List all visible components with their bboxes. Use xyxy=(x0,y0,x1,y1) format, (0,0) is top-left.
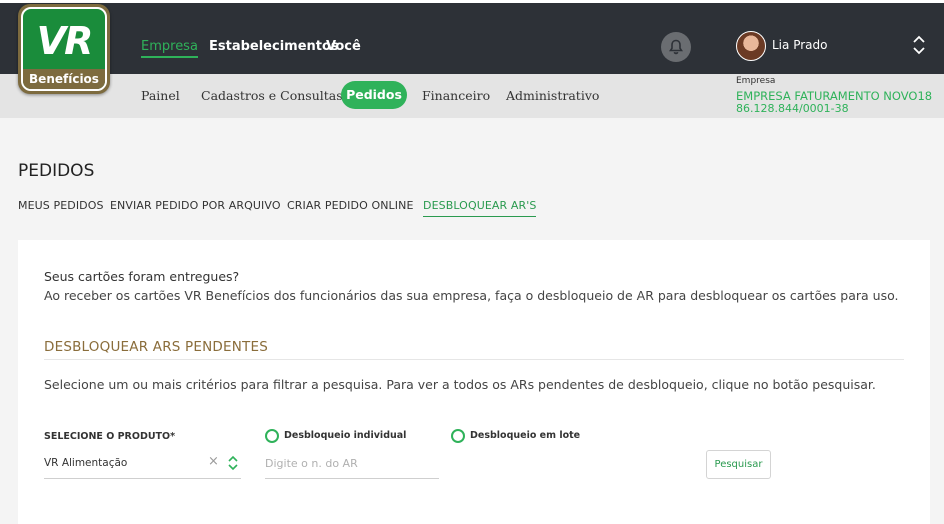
radio-desbloqueio-lote[interactable] xyxy=(451,429,465,443)
cards-delivered-question: Seus cartões foram entregues? xyxy=(44,269,240,284)
section-title: DESBLOQUEAR ARS PENDENTES xyxy=(44,339,268,355)
radio-desbloqueio-lote-label[interactable]: Desbloqueio em lote xyxy=(470,430,580,441)
logo-subtext: Benefícios xyxy=(23,69,105,89)
product-select[interactable]: VR Alimentação × xyxy=(44,449,241,479)
tab-criar-pedido-online[interactable]: CRIAR PEDIDO ONLINE xyxy=(287,199,414,212)
subnav-pedidos[interactable]: Pedidos xyxy=(341,81,407,109)
logo-inner: VR Benefícios xyxy=(21,7,107,91)
subnav-cadastros-consultas[interactable]: Cadastros e Consultas xyxy=(201,88,343,103)
search-button[interactable]: Pesquisar xyxy=(706,450,771,479)
topnav-empresa[interactable]: Empresa xyxy=(141,39,198,58)
company-name[interactable]: EMPRESA FATURAMENTO NOVO18 xyxy=(736,89,932,103)
product-select-value: VR Alimentação xyxy=(44,457,128,469)
logo-vr-text: VR xyxy=(36,19,94,63)
user-avatar[interactable] xyxy=(736,31,766,61)
bell-icon xyxy=(669,39,683,55)
subnav-financeiro[interactable]: Financeiro xyxy=(422,88,490,103)
company-label: Empresa xyxy=(736,76,776,86)
select-arrows-icon[interactable] xyxy=(227,455,239,471)
user-menu-toggle-icon[interactable] xyxy=(911,34,927,56)
notifications-button[interactable] xyxy=(661,32,691,62)
subnav-painel[interactable]: Painel xyxy=(141,88,180,103)
company-cnpj: 86.128.844/0001-38 xyxy=(736,102,849,115)
ar-number-input[interactable] xyxy=(265,449,439,479)
radio-desbloqueio-individual-label[interactable]: Desbloqueio individual xyxy=(284,430,406,441)
top-bar xyxy=(0,0,944,74)
tab-meus-pedidos[interactable]: MEUS PEDIDOS xyxy=(18,199,104,212)
subnav-administrativo[interactable]: Administrativo xyxy=(506,88,599,103)
tab-desbloquear-ars[interactable]: DESBLOQUEAR AR'S xyxy=(423,199,537,217)
clear-icon[interactable]: × xyxy=(208,454,219,469)
filter-description: Selecione um ou mais critérios para filt… xyxy=(44,377,876,392)
vr-beneficios-logo[interactable]: VR Benefícios xyxy=(18,4,110,94)
product-field-label: SELECIONE O PRODUTO* xyxy=(44,431,176,442)
topnav-estabelecimentos[interactable]: Estabelecimentos xyxy=(209,39,339,54)
section-divider xyxy=(44,359,904,360)
unlock-description: Ao receber os cartões VR Benefícios dos … xyxy=(44,288,899,303)
tab-enviar-pedido-arquivo[interactable]: ENVIAR PEDIDO POR ARQUIVO xyxy=(110,199,281,212)
radio-desbloqueio-individual[interactable] xyxy=(265,429,279,443)
user-name[interactable]: Lia Prado xyxy=(772,38,827,52)
topnav-voce[interactable]: Você xyxy=(326,39,361,54)
page-title: PEDIDOS xyxy=(18,161,95,181)
